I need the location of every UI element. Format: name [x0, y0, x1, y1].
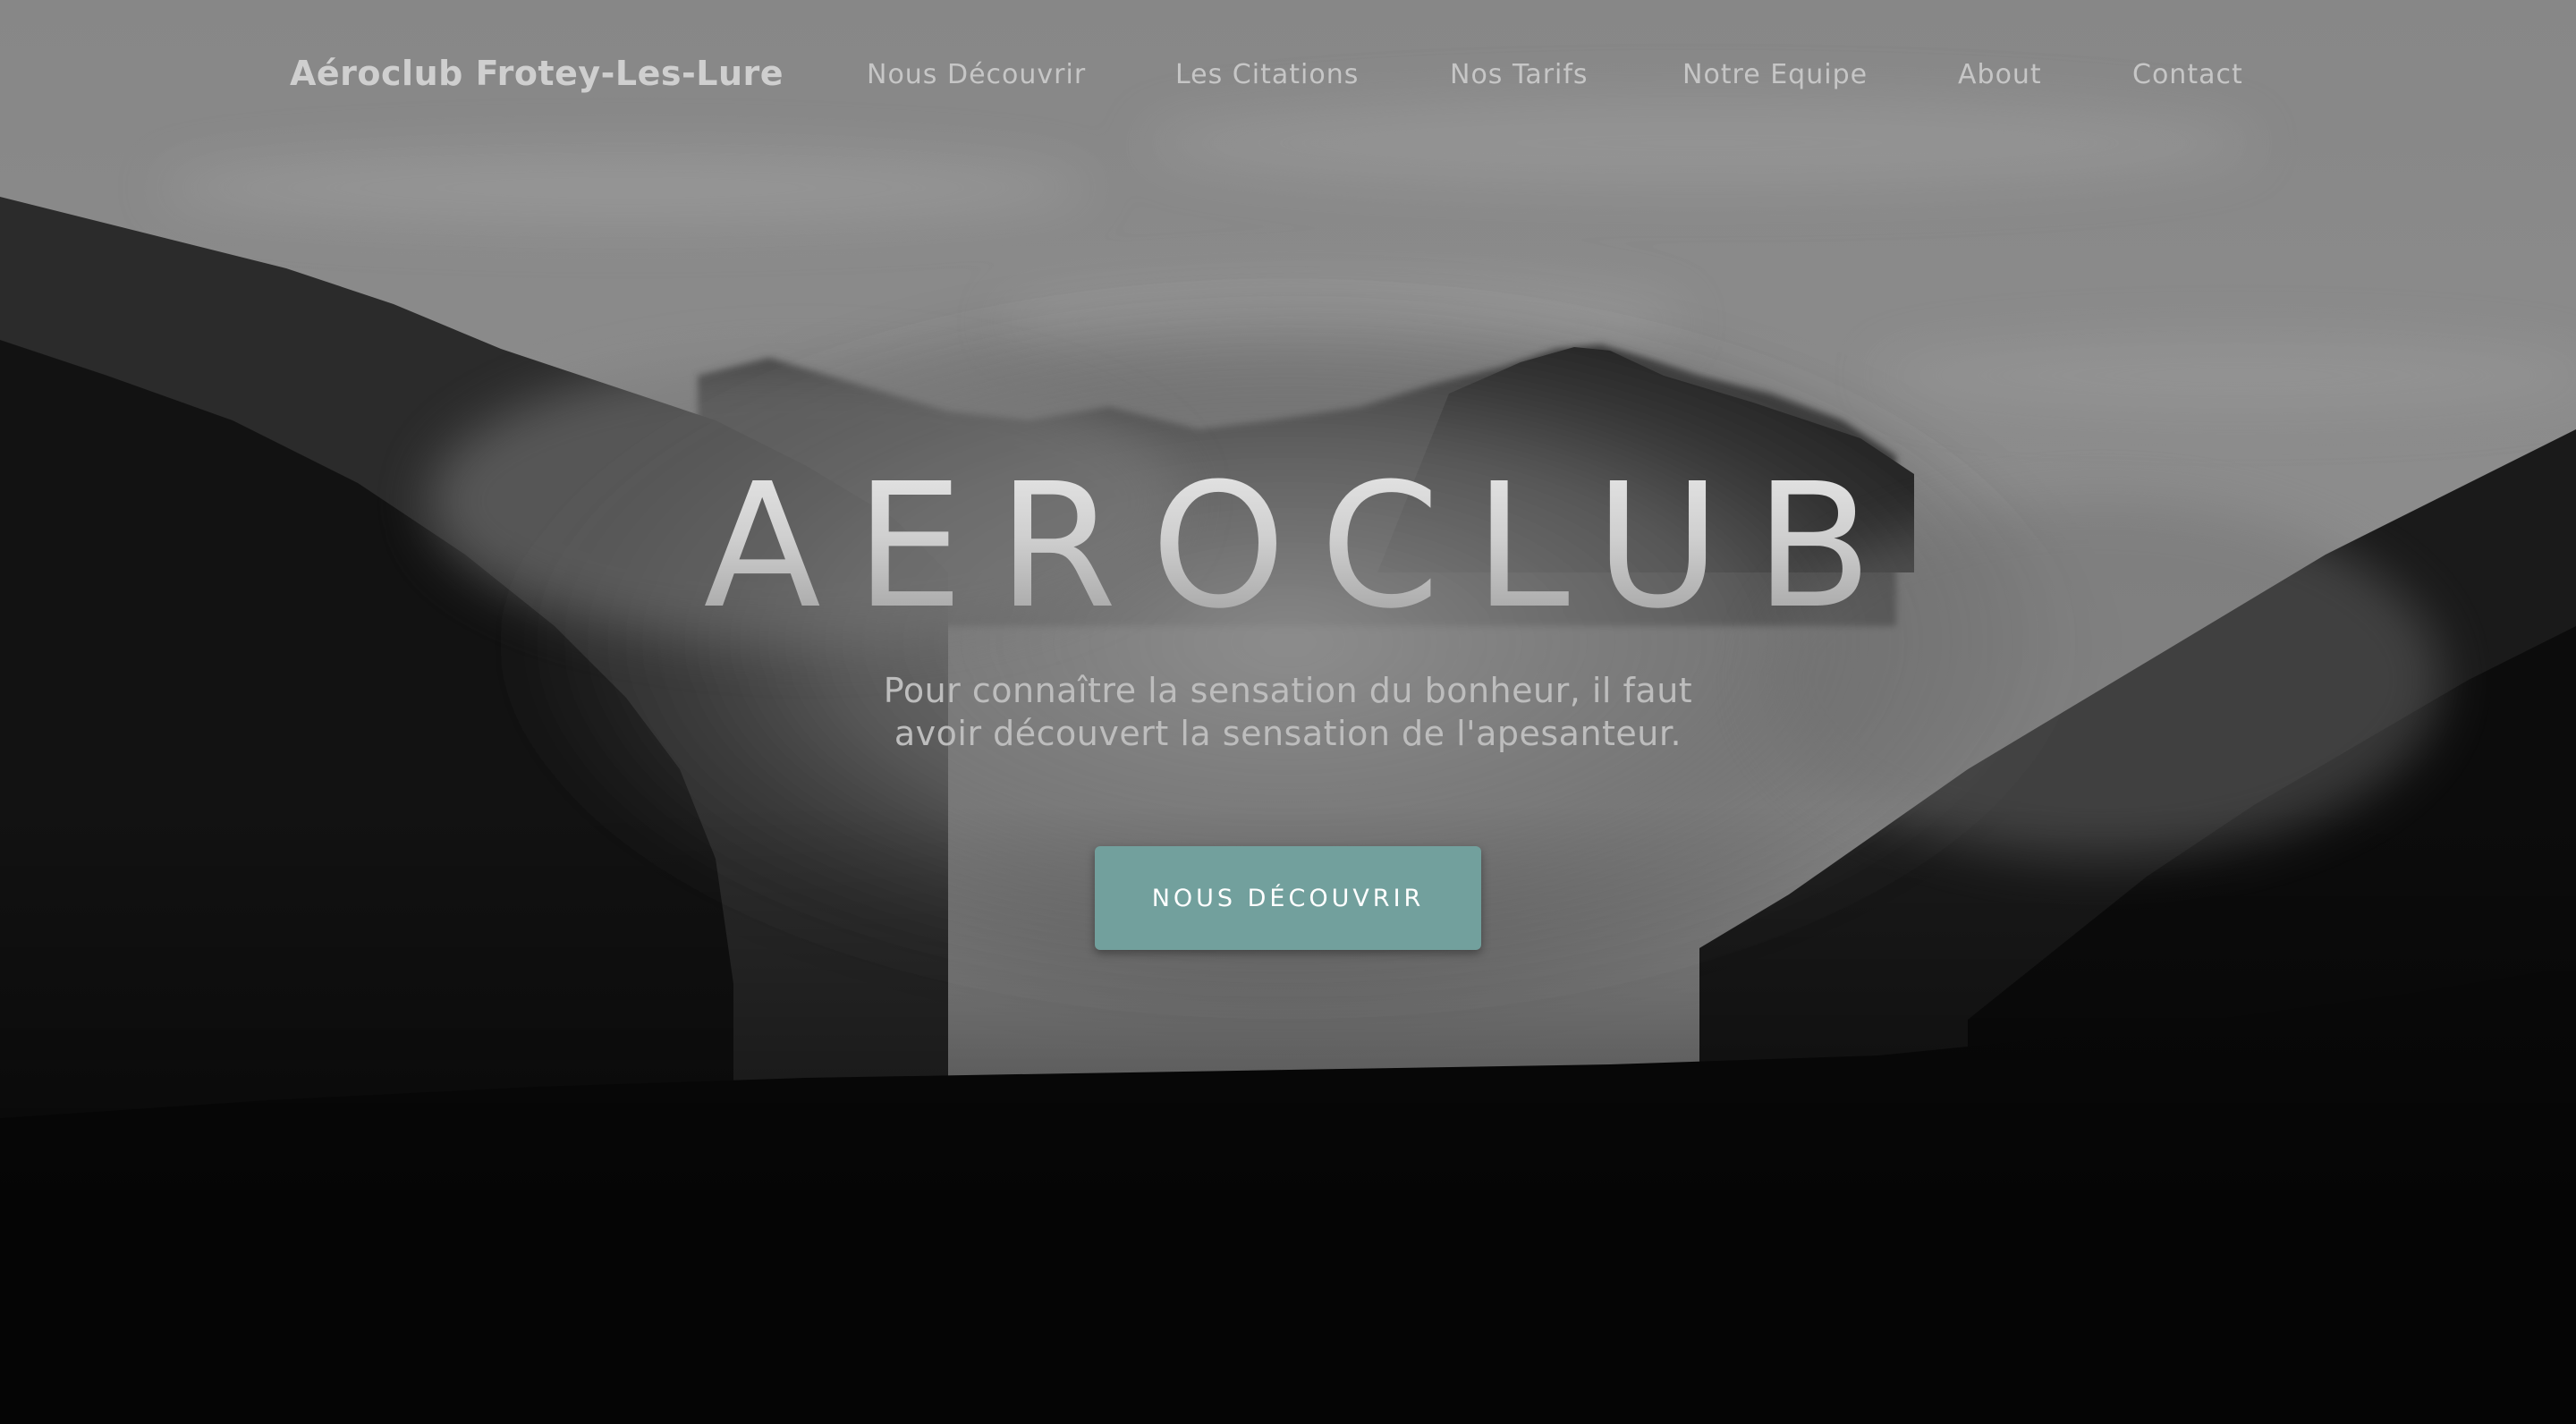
hero-subtitle-line-2: avoir découvert la sensation de l'apesan…: [894, 714, 1682, 753]
nav-item-les-citations[interactable]: Les Citations: [1175, 59, 1359, 90]
brand-link[interactable]: Aéroclub Frotey-Les-Lure: [290, 54, 784, 93]
top-navbar: Aéroclub Frotey-Les-Lure Nous Découvrir …: [0, 0, 2576, 157]
landing-page: Aéroclub Frotey-Les-Lure Nous Découvrir …: [0, 0, 2576, 1424]
hero-title: AEROCLUB: [0, 453, 2576, 641]
nav-item-about[interactable]: About: [1958, 59, 2042, 90]
nous-decouvrir-button[interactable]: NOUS DÉCOUVRIR: [1095, 846, 1481, 950]
hero-subtitle-line-1: Pour connaître la sensation du bonheur, …: [883, 671, 1693, 710]
nav-item-nos-tarifs[interactable]: Nos Tarifs: [1450, 59, 1589, 90]
nav-item-nous-decouvrir[interactable]: Nous Découvrir: [867, 59, 1086, 90]
nav-item-contact[interactable]: Contact: [2132, 59, 2243, 90]
hero-subtitle: Pour connaître la sensation du bonheur, …: [841, 669, 1735, 755]
nav-item-notre-equipe[interactable]: Notre Equipe: [1682, 59, 1868, 90]
